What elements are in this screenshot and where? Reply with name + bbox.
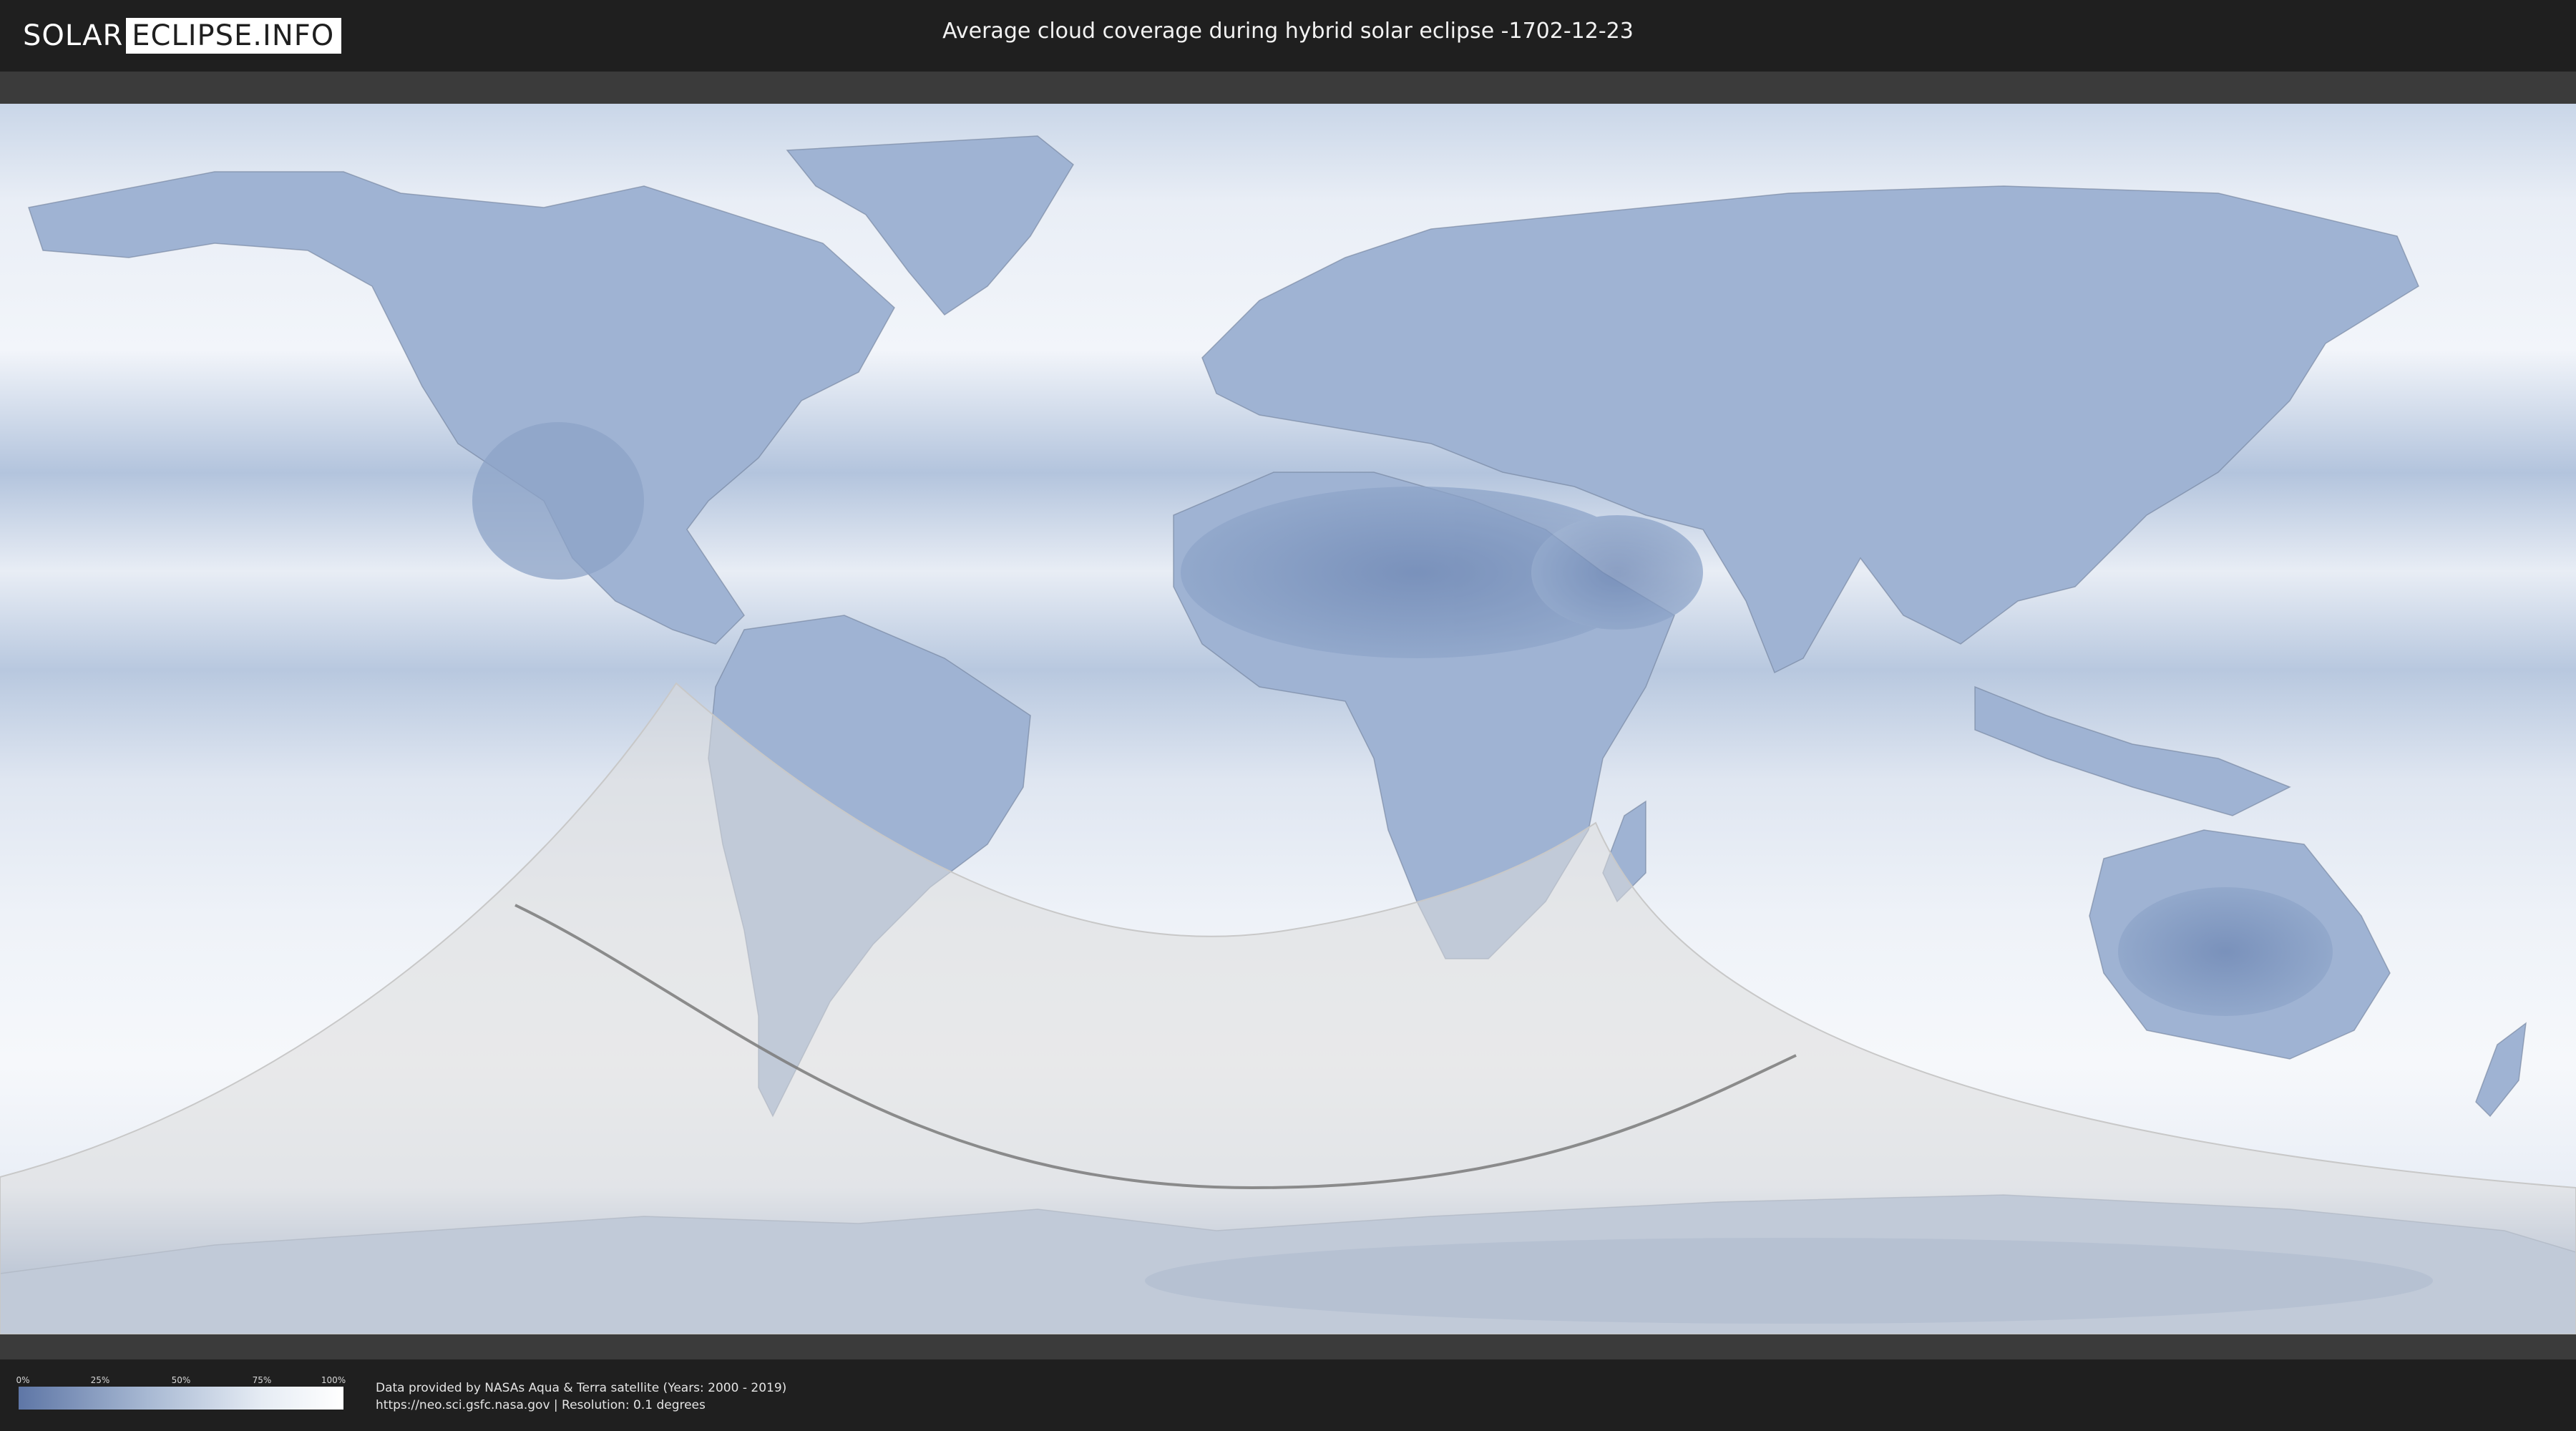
page-title: Average cloud coverage during hybrid sol… [942,19,1634,44]
legend-tick-100: 100% [321,1375,346,1385]
legend-tick-25: 25% [90,1375,110,1385]
credit-line-source: Data provided by NASAs Aqua & Terra sate… [376,1381,787,1395]
map-top-margin [0,72,2576,104]
map-bottom-margin [0,1334,2576,1359]
mexico-low-cloud [472,422,644,580]
legend-tick-0: 0% [16,1375,30,1385]
australia-low-cloud [2118,887,2333,1016]
legend-color-bar [19,1387,343,1410]
header-bar: SOLAR ECLIPSE.INFO Average cloud coverag… [0,0,2576,72]
legend-tick-75: 75% [252,1375,272,1385]
data-credit: Data provided by NASAs Aqua & Terra sate… [376,1379,786,1414]
footer-bar: 0% 25% 50% 75% 100% Data provided by NAS… [0,1359,2576,1431]
legend-tick-50: 50% [171,1375,191,1385]
arabia-low-cloud [1531,515,1703,630]
legend-ticks: 0% 25% 50% 75% 100% [16,1375,346,1387]
cloud-coverage-legend: 0% 25% 50% 75% 100% [16,1375,346,1410]
credit-line-url[interactable]: https://neo.sci.gsfc.nasa.gov | Resoluti… [376,1397,786,1414]
cloud-coverage-map [0,72,2576,1359]
